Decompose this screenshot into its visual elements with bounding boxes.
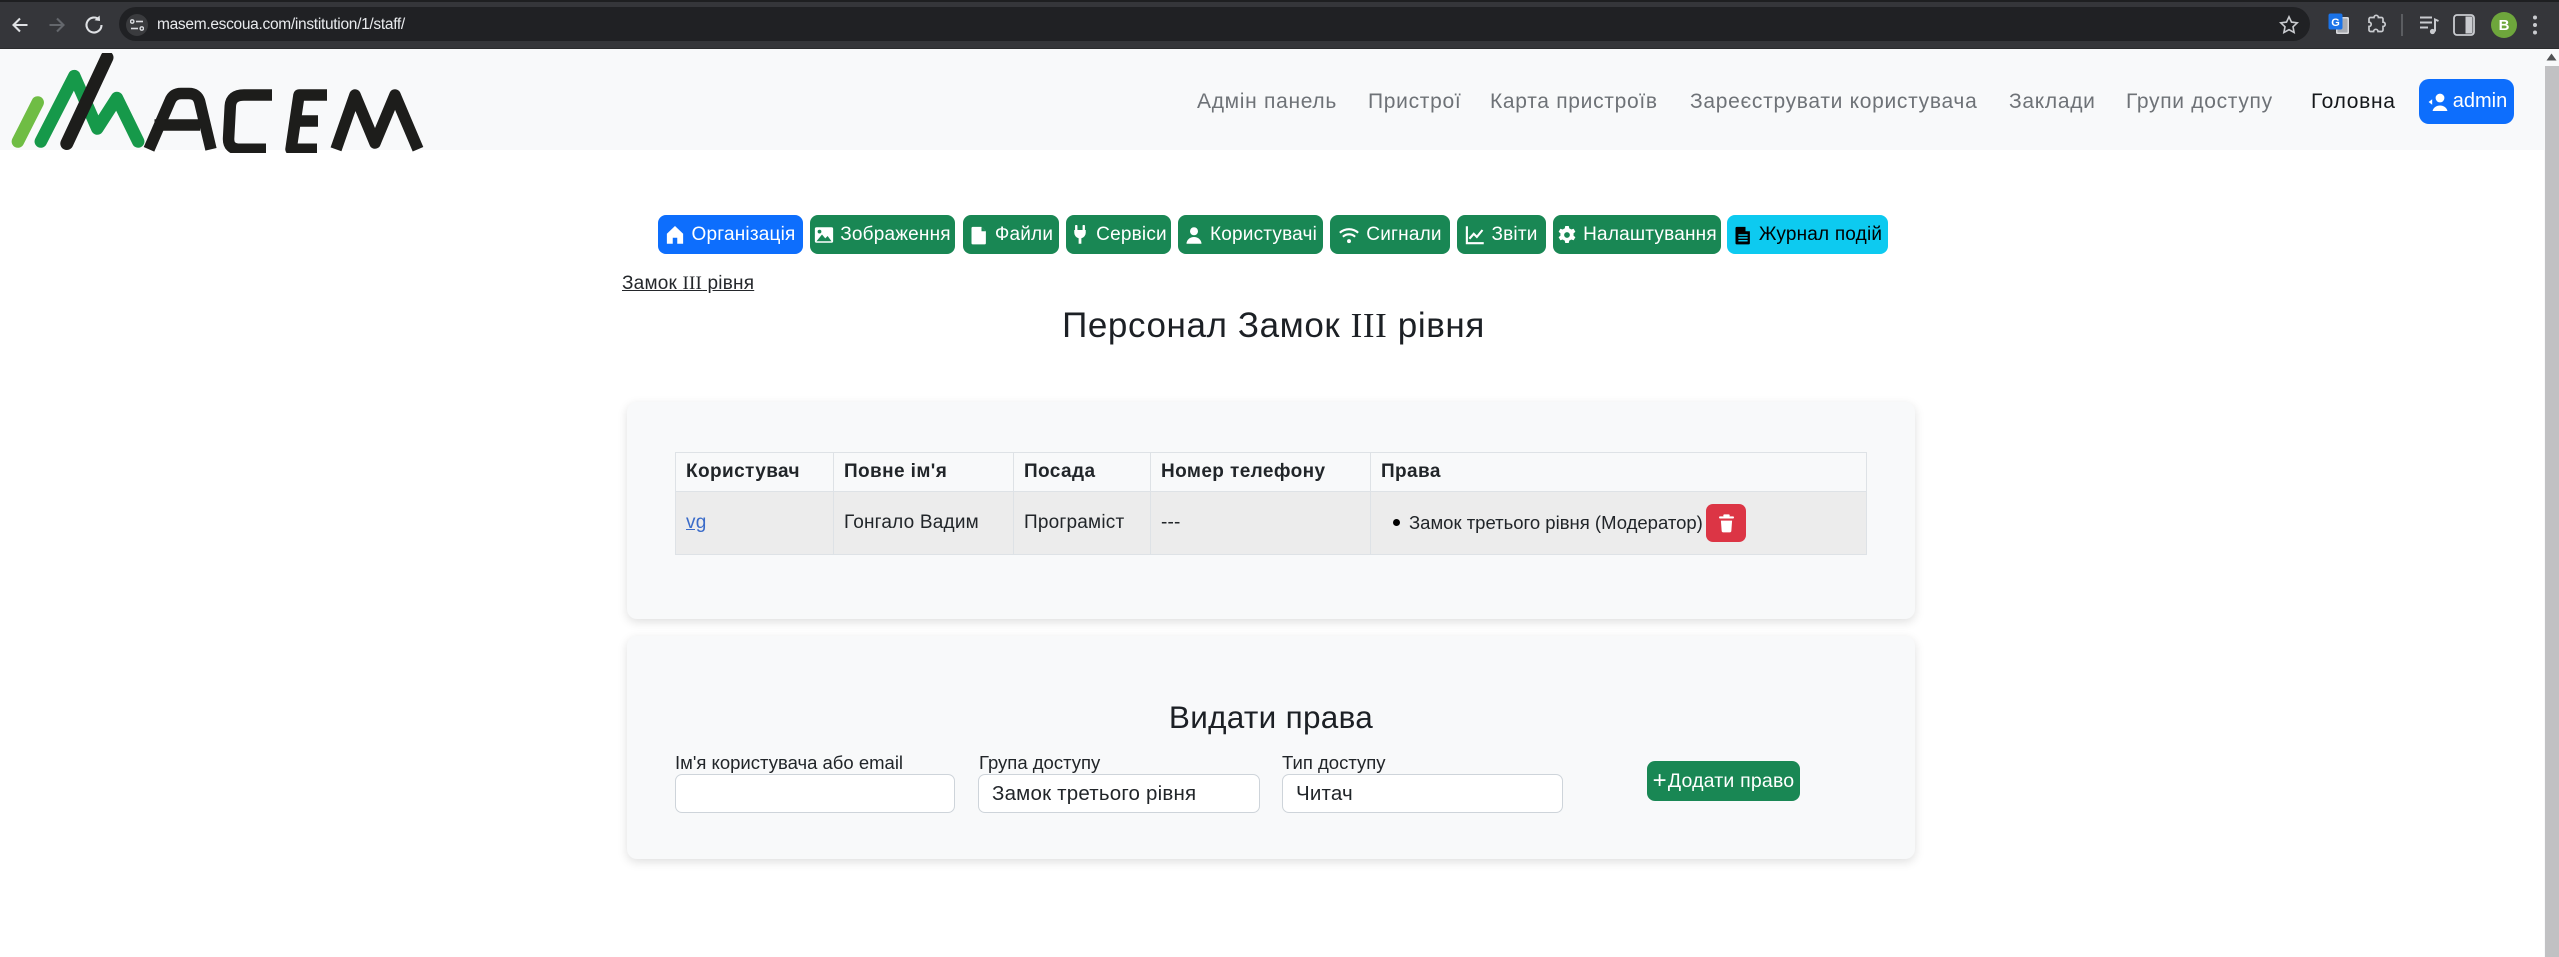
svg-text:G: G: [2331, 17, 2340, 29]
